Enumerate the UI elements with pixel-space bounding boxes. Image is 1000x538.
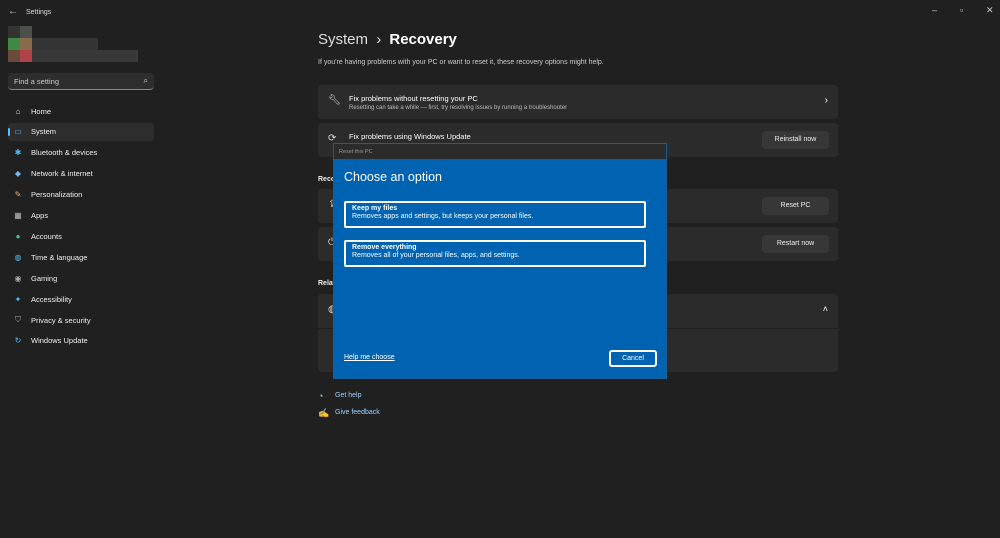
bluetooth-icon: ✱ <box>13 148 23 157</box>
help-me-choose-link[interactable]: Help me choose <box>344 354 395 361</box>
page-description: If you're having problems with your PC o… <box>318 59 604 66</box>
sidebar-item-label: Time & language <box>31 253 87 262</box>
breadcrumb-parent[interactable]: System <box>318 31 368 48</box>
sidebar-item-label: Accounts <box>31 232 62 241</box>
sidebar-item-bluetooth-devices[interactable]: ✱ Bluetooth & devices <box>8 144 154 162</box>
sidebar-item-label: Windows Update <box>31 336 88 345</box>
sidebar-item-personalization[interactable]: ✎ Personalization <box>8 186 154 204</box>
chevron-up-icon: ˄ <box>823 304 828 314</box>
fix-without-reset-card[interactable]: 🔧︎ Fix problems without resetting your P… <box>318 85 838 119</box>
sidebar-item-network-internet[interactable]: ◆ Network & internet <box>8 165 154 183</box>
reset-pc-dialog: Reset this PC Choose an option Keep my f… <box>333 143 667 379</box>
sidebar-item-label: Network & internet <box>31 169 93 178</box>
sidebar-item-label: Accessibility <box>31 295 72 304</box>
sidebar-item-apps[interactable]: ▦ Apps <box>8 207 154 225</box>
dialog-heading: Choose an option <box>344 170 442 184</box>
cancel-button[interactable]: Cancel <box>609 350 657 367</box>
update-icon: ↻ <box>13 336 23 345</box>
sidebar-item-gaming[interactable]: ◉ Gaming <box>8 269 154 287</box>
system-icon: ▭ <box>13 127 23 136</box>
sidebar-item-privacy-security[interactable]: ⛉ Privacy & security <box>8 311 154 329</box>
sidebar-item-label: Bluetooth & devices <box>31 148 97 157</box>
sidebar-item-time-language[interactable]: ◍ Time & language <box>8 248 154 266</box>
reinstall-now-button[interactable]: Reinstall now <box>762 131 829 149</box>
card-title: Fix problems using Windows Update <box>349 132 471 141</box>
search-placeholder: Find a setting <box>14 77 59 86</box>
sidebar-item-label: Gaming <box>31 274 57 283</box>
title-bar: ← Settings – ▫ ✕ <box>0 0 1000 24</box>
sidebar-item-accounts[interactable]: ● Accounts <box>8 227 154 245</box>
sidebar-item-label: Privacy & security <box>31 316 91 325</box>
maximize-icon[interactable]: ▫ <box>960 5 963 15</box>
remove-everything-option[interactable]: Remove everything Removes all of your pe… <box>344 240 646 267</box>
option-title: Keep my files <box>352 205 638 212</box>
close-icon[interactable]: ✕ <box>986 5 994 16</box>
option-description: Removes all of your personal files, apps… <box>352 252 638 259</box>
sidebar-item-label: Apps <box>31 211 48 220</box>
apps-icon: ▦ <box>13 211 23 220</box>
breadcrumb-separator: › <box>376 31 381 48</box>
restart-now-button[interactable]: Restart now <box>762 235 829 253</box>
minimize-icon[interactable]: – <box>932 5 937 15</box>
accounts-icon: ● <box>13 232 23 241</box>
globe-icon: ◍ <box>13 253 23 262</box>
sidebar-item-home[interactable]: ⌂ Home <box>8 102 154 120</box>
back-arrow-icon[interactable]: ← <box>8 6 18 17</box>
give-feedback-link[interactable]: Give feedback <box>335 409 380 416</box>
help-icon: ◔ <box>318 391 323 401</box>
accessibility-icon: ✦ <box>13 295 23 304</box>
chevron-right-icon: › <box>825 95 828 106</box>
sidebar-item-label: Personalization <box>31 190 82 199</box>
sidebar-item-accessibility[interactable]: ✦ Accessibility <box>8 290 154 308</box>
shield-icon: ⛉ <box>13 315 23 325</box>
page-title: Recovery <box>389 31 457 48</box>
option-description: Removes apps and settings, but keeps you… <box>352 213 638 220</box>
card-subtitle: Resetting can take a while — first, try … <box>349 105 567 111</box>
reset-pc-button[interactable]: Reset PC <box>762 197 829 215</box>
feedback-icon: ✍ <box>318 408 329 419</box>
user-profile-blurred <box>8 26 138 62</box>
sidebar-item-system[interactable]: ▭ System <box>8 123 154 141</box>
sidebar-item-label: Home <box>31 107 51 116</box>
option-title: Remove everything <box>352 244 638 251</box>
sidebar-item-label: System <box>31 127 56 136</box>
wrench-icon: 🔧︎ <box>328 95 341 106</box>
keep-my-files-option[interactable]: Keep my files Removes apps and settings,… <box>344 201 646 228</box>
brush-icon: ✎ <box>13 190 23 199</box>
dialog-title-bar: Reset this PC <box>334 144 666 159</box>
wifi-icon: ◆ <box>13 169 23 178</box>
gaming-icon: ◉ <box>13 274 23 283</box>
breadcrumb: System › Recovery <box>318 31 457 48</box>
get-help-link[interactable]: Get help <box>335 392 361 399</box>
sidebar-item-windows-update[interactable]: ↻ Windows Update <box>8 332 154 350</box>
app-title: Settings <box>26 9 51 16</box>
search-icon: ⌕ <box>144 76 148 86</box>
search-input[interactable]: Find a setting ⌕ <box>8 73 154 90</box>
home-icon: ⌂ <box>13 107 23 116</box>
card-title: Fix problems without resetting your PC <box>349 94 478 103</box>
